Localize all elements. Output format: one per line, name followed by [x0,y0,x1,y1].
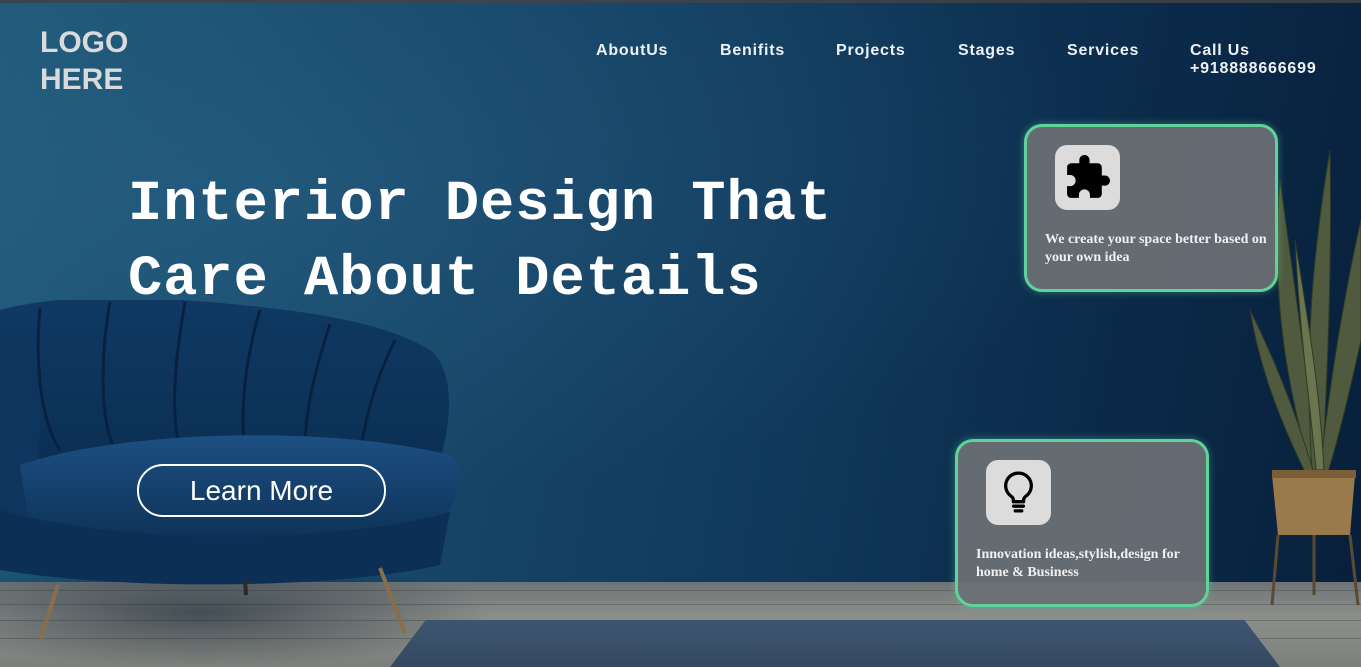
nav-about-us[interactable]: AboutUs [596,42,668,60]
lightbulb-icon [1004,471,1033,513]
headline-line-1: Interior Design That [128,173,833,237]
hero-section: LOGO HERE AboutUs Benifits Projects Stag… [0,0,1361,667]
phone-number: +918888666699 [1190,60,1317,77]
nav-services[interactable]: Services [1067,42,1139,60]
nav-projects[interactable]: Projects [836,42,906,60]
headline-line-2: Care About Details [128,248,762,312]
rug [390,620,1280,667]
nav-benefits[interactable]: Benifits [720,42,785,60]
card-description: We create your space better based on you… [1045,232,1267,265]
card-description: Innovation ideas,stylish,design for home… [976,547,1180,580]
feature-card-innovation: Innovation ideas,stylish,design for home… [955,439,1209,607]
main-nav: AboutUs Benifits Projects Stages Service… [0,42,1361,82]
puzzle-icon [1067,155,1110,198]
nav-call-us[interactable]: Call Us +918888666699 [1190,42,1330,78]
nav-stages[interactable]: Stages [958,42,1015,60]
feature-card-idea: We create your space better based on you… [1024,124,1278,292]
card-icon-container [986,460,1051,525]
call-us-label: Call Us [1190,42,1250,59]
learn-more-button[interactable]: Learn More [137,464,386,517]
hero-headline: Interior Design That Care About Details [128,168,988,318]
card-icon-container [1055,145,1120,210]
